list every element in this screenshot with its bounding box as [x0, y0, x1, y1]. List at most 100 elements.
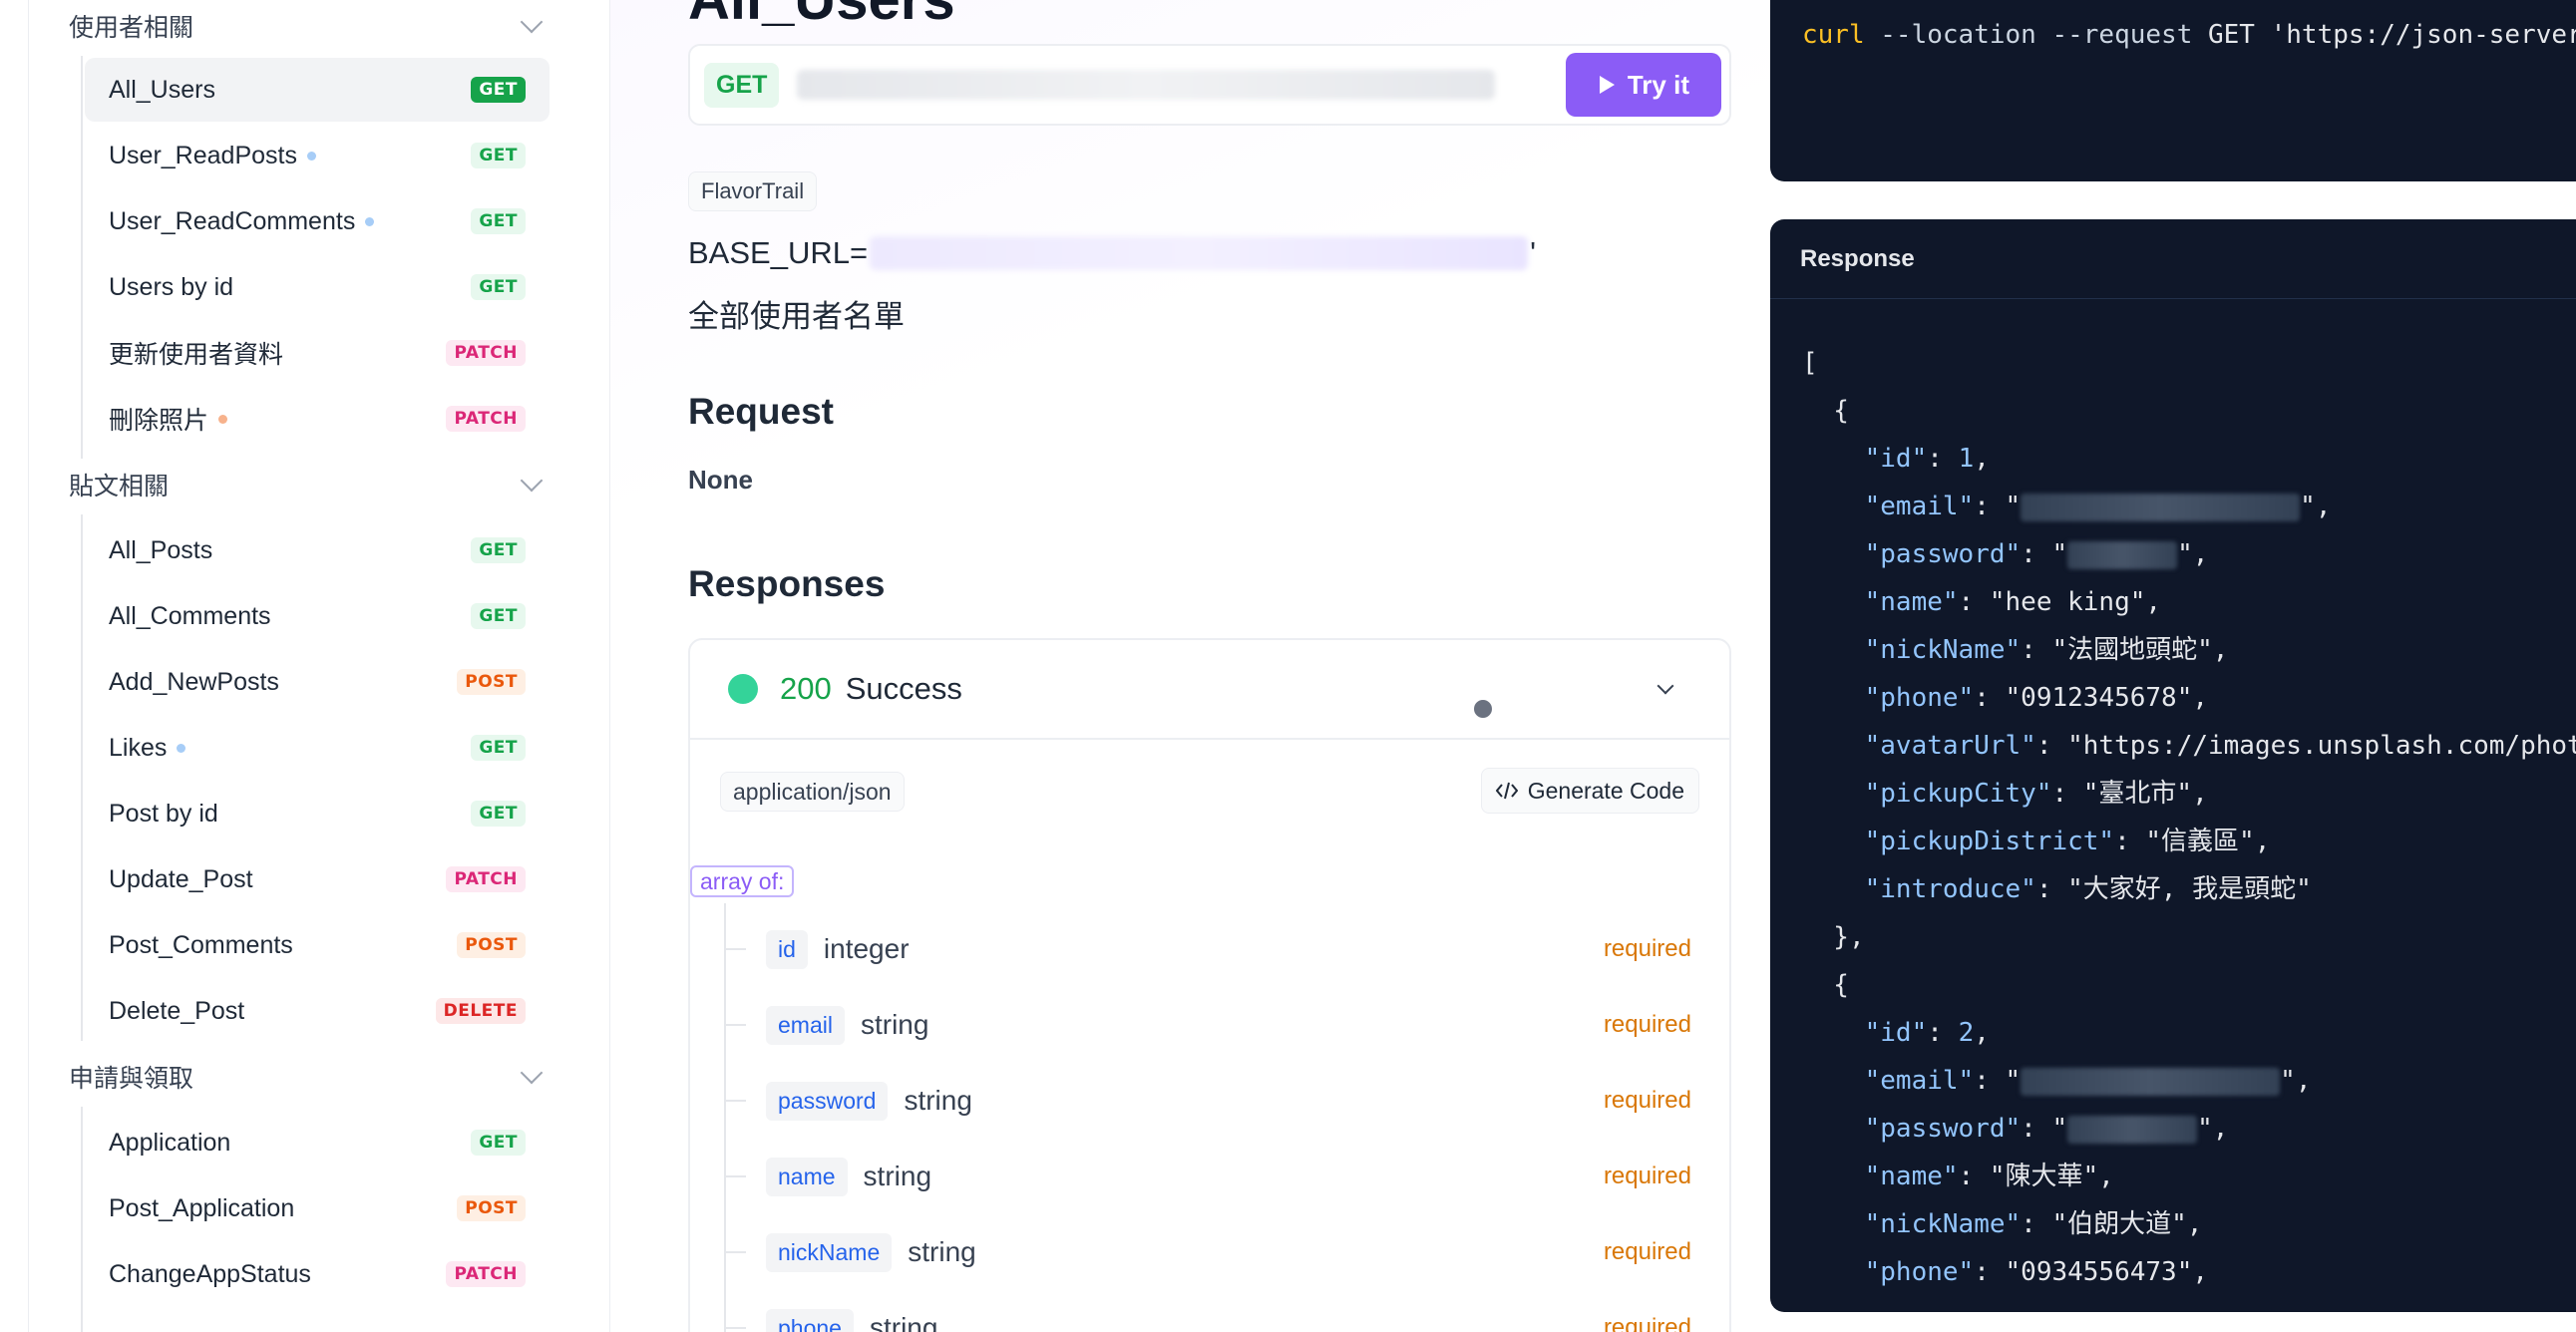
sidebar-item-label: Likes	[109, 733, 168, 762]
sidebar-item-label: Post by id	[109, 799, 218, 828]
response-card: 200 Success application/json Generate Co…	[688, 638, 1731, 1332]
chevron-down-icon	[520, 10, 544, 34]
sidebar-group-users[interactable]: 使用者相關	[69, 0, 548, 52]
json-key: "nickName"	[1864, 1209, 2022, 1239]
array-of-label: array of:	[690, 865, 795, 897]
sidebar-item-users-by-id[interactable]: Users by id GET	[85, 255, 550, 319]
method-badge: PATCH	[446, 406, 526, 432]
status-dot-icon	[218, 414, 228, 424]
generate-code-button[interactable]: Generate Code	[1480, 768, 1699, 814]
json-line: "email": " ",	[1864, 1066, 2312, 1096]
field-name: email	[766, 1005, 845, 1045]
sidebar-item-post-comments[interactable]: Post_Comments POST	[85, 913, 550, 977]
sidebar-item-all-users[interactable]: All_Users GET	[85, 58, 550, 122]
json-line: "email": " ",	[1864, 492, 2332, 521]
json-line: "nickName": "伯朗大道",	[1864, 1209, 2203, 1239]
json-key: "pickupDistrict"	[1864, 827, 2115, 856]
try-it-label: Try it	[1627, 69, 1689, 100]
sidebar-item-label: All_Users	[109, 75, 215, 104]
schema-field-row: id integer required	[724, 911, 1711, 987]
json-string: "法國地頭蛇",	[2051, 635, 2229, 665]
redacted-value	[2067, 540, 2178, 569]
method-badge: GET	[471, 603, 526, 629]
sidebar-item-post-application[interactable]: Post_Application POST	[85, 1176, 550, 1240]
page-title: All_Users	[688, 0, 955, 33]
sidebar-item-label: 刪除照片	[109, 407, 209, 435]
request-url-bar[interactable]: GET Try it	[688, 44, 1731, 126]
method-badge: PATCH	[446, 1261, 526, 1287]
sidebar-item-likes[interactable]: Likes GET	[85, 716, 550, 780]
curl-options: --location --request	[1864, 20, 2208, 50]
json-string: "0912345678",	[2005, 683, 2209, 713]
json-key: "password"	[1864, 1114, 2022, 1144]
json-key: "email"	[1864, 1066, 1975, 1096]
field-required: required	[1603, 1011, 1691, 1038]
sidebar-item-delete-photo[interactable]: 刪除照片 PATCH	[85, 387, 550, 451]
json-string: "https://images.unsplash.com/photo	[2067, 731, 2576, 761]
sidebar-item-label: User_ReadPosts	[109, 141, 297, 169]
method-badge: PATCH	[446, 340, 526, 366]
sidebar-item-add-newposts[interactable]: Add_NewPosts POST	[85, 650, 550, 714]
method-badge: GET	[471, 1130, 526, 1156]
chevron-down-icon	[1656, 677, 1674, 695]
response-code-panel: Response [ { "id": 1, "email": " ", "pass…	[1770, 219, 2576, 1312]
field-required: required	[1603, 1238, 1691, 1265]
sidebar-item-all-posts[interactable]: All_Posts GET	[85, 518, 550, 582]
group-label: 貼文相關	[69, 473, 170, 500]
json-number: 2	[1958, 1018, 1975, 1048]
field-name: id	[766, 929, 808, 969]
sidebar-item-user-readposts[interactable]: User_ReadPosts GET	[85, 124, 550, 187]
redacted-value	[2067, 1115, 2198, 1144]
curl-code-panel: curl --location --request GET 'https://j…	[1770, 0, 2576, 181]
sidebar-item-label: Add_NewPosts	[109, 667, 279, 696]
tree-branch	[724, 1251, 746, 1253]
sidebar-group-posts[interactable]: 貼文相關	[69, 459, 548, 510]
sidebar-item-delete-post[interactable]: Delete_Post DELETE	[85, 979, 550, 1043]
json-line: "password": " ",	[1864, 539, 2209, 569]
field-name: nickName	[766, 1232, 893, 1272]
sidebar-item-update-user[interactable]: 更新使用者資料 PATCH	[85, 321, 550, 385]
sidebar-item-post-by-id[interactable]: Post by id GET	[85, 782, 550, 845]
response-json: [ { "id": 1, "email": " ", "password": " "…	[1802, 339, 2576, 1296]
schema-field-row: password string required	[724, 1063, 1711, 1139]
schema-field-row: nickName string required	[724, 1214, 1711, 1290]
response-200-header[interactable]: 200 Success	[690, 640, 1729, 740]
method-badge: GET	[471, 208, 526, 234]
group-divider	[81, 514, 83, 1041]
json-line: "id": 2,	[1864, 1018, 1990, 1048]
json-line: "pickupCity": "臺北市",	[1864, 779, 2208, 809]
method-badge: POST	[457, 669, 526, 695]
sidebar-group-application[interactable]: 申請與領取	[69, 1051, 548, 1103]
json-line: {	[1802, 970, 1849, 1000]
chevron-down-icon	[520, 469, 544, 493]
try-it-button[interactable]: Try it	[1565, 53, 1721, 117]
json-line: "phone": "0912345678",	[1864, 683, 2209, 713]
sidebar-item-label: Post_Comments	[109, 930, 293, 959]
json-key: "nickName"	[1864, 635, 2022, 665]
tree-branch	[724, 1100, 746, 1102]
request-heading: Request	[688, 391, 834, 432]
json-number: 1	[1958, 444, 1975, 474]
sidebar-item-user-readcomments[interactable]: User_ReadComments GET	[85, 189, 550, 253]
field-type: integer	[823, 933, 910, 964]
sidebar-item-changeappstatus[interactable]: ChangeAppStatus PATCH	[85, 1242, 550, 1306]
sidebar-item-all-comments[interactable]: All_Comments GET	[85, 584, 550, 648]
schema-field-row: email string required	[724, 987, 1711, 1063]
field-type: string	[869, 1312, 938, 1332]
method-badge: DELETE	[435, 998, 526, 1024]
json-line: "pickupDistrict": "信義區",	[1864, 827, 2271, 856]
sidebar-item-label: ChangeAppStatus	[109, 1259, 311, 1288]
method-badge: GET	[471, 735, 526, 761]
sidebar-item-application[interactable]: Application GET	[85, 1111, 550, 1174]
group-label: 申請與領取	[69, 1065, 194, 1093]
sidebar-item-label: All_Posts	[109, 535, 213, 564]
group-divider	[81, 56, 83, 459]
endpoint-description: 全部使用者名單	[688, 299, 905, 334]
status-code: 200	[780, 671, 832, 706]
mouse-cursor-icon	[1472, 698, 1494, 720]
tree-branch	[724, 1175, 746, 1177]
json-line: "name": "hee king",	[1864, 587, 2162, 617]
sidebar-item-update-post[interactable]: Update_Post PATCH	[85, 847, 550, 911]
request-method-badge: GET	[704, 62, 780, 108]
json-line: "name": "陳大華",	[1864, 1162, 2114, 1191]
